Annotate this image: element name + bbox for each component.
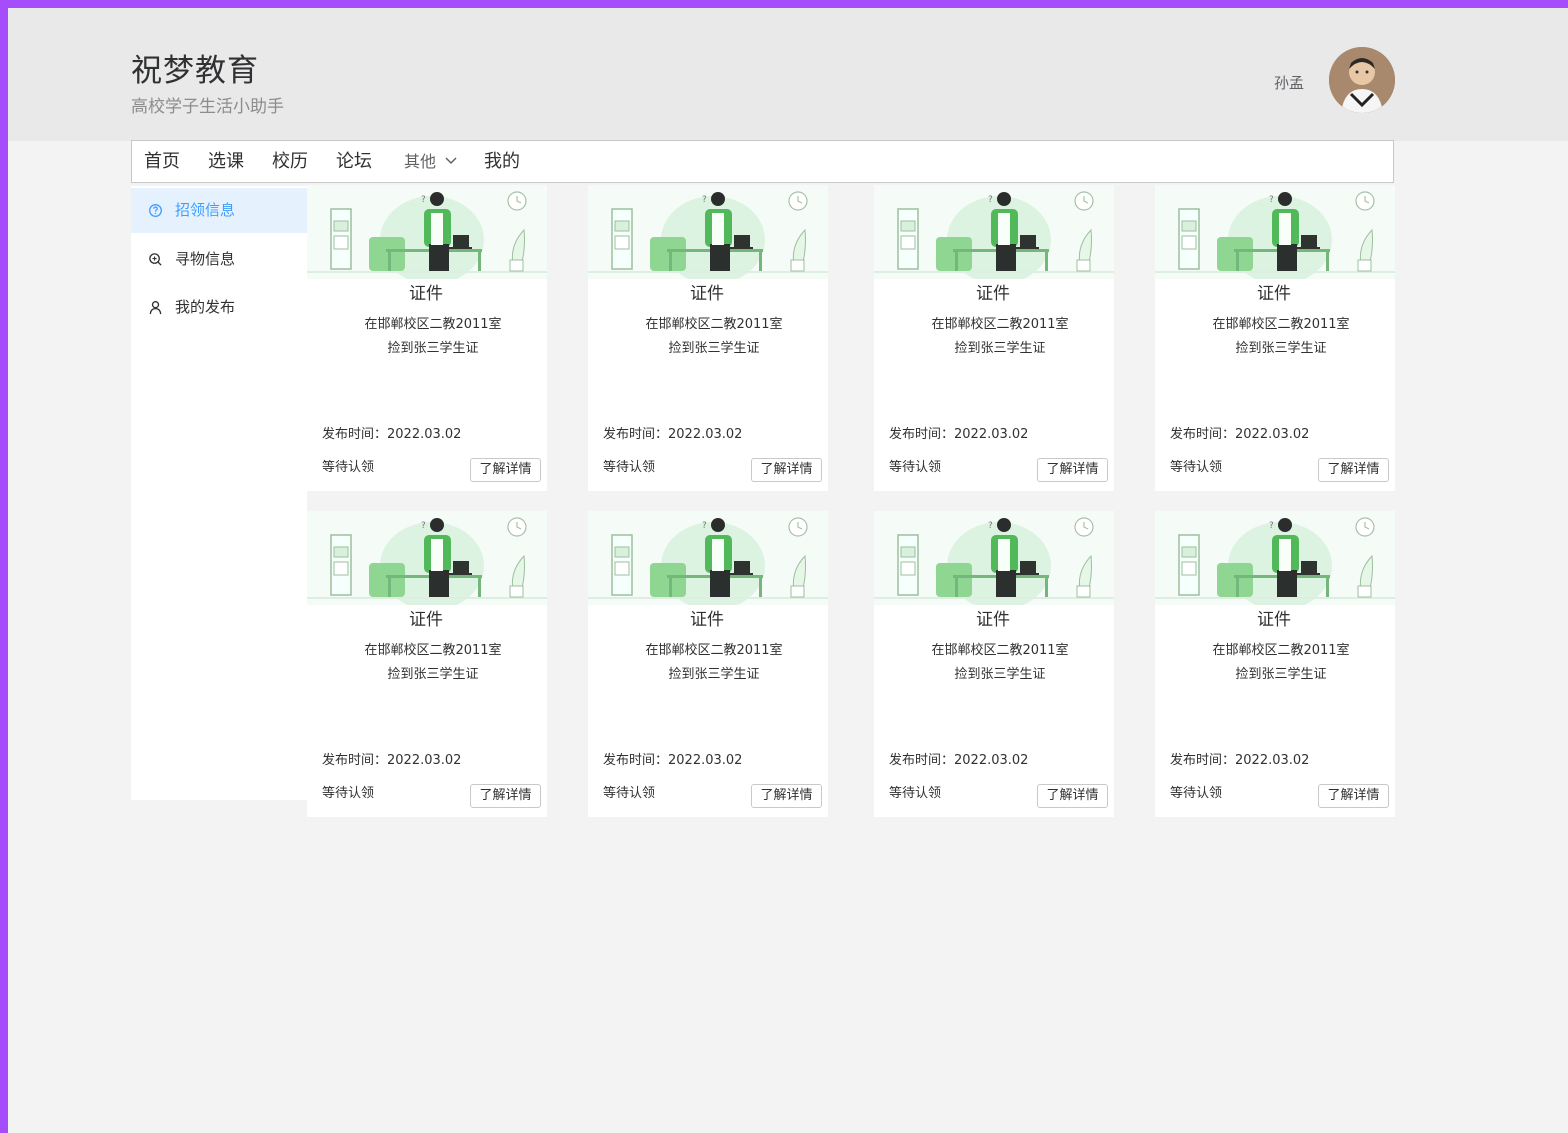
view-details-button[interactable]: 了解详情 [1318, 458, 1389, 482]
card-status: 等待认领 [322, 460, 375, 475]
header: 祝梦教育 高校学子生活小助手 孙孟 [8, 8, 1568, 141]
card-title: 证件 [409, 284, 443, 304]
card-publish-time: 发布时间：2022.03.02 [889, 753, 1029, 768]
card-status: 等待认领 [322, 786, 375, 801]
card-publish-time: 发布时间：2022.03.02 [603, 753, 743, 768]
card-illustration: ? [874, 185, 1114, 284]
view-details-button[interactable]: 了解详情 [470, 784, 541, 808]
user-avatar[interactable] [1329, 47, 1395, 113]
view-details-button[interactable]: 了解详情 [1318, 784, 1389, 808]
lost-found-card[interactable]: ? 证件 在邯郸校区二教2011室 捡到张三学生证 发布时间：2022.03.0… [307, 185, 547, 491]
card-description: 捡到张三学生证 [1235, 667, 1327, 682]
card-description: 捡到张三学生证 [387, 667, 479, 682]
card-title: 证件 [1257, 610, 1291, 630]
card-description: 捡到张三学生证 [668, 667, 760, 682]
nav-item-calendar[interactable]: 校历 [272, 150, 308, 174]
svg-text:?: ? [1269, 521, 1274, 531]
nav-item-course-selection[interactable]: 选课 [208, 150, 244, 174]
view-details-button[interactable]: 了解详情 [751, 458, 822, 482]
sidebar-item-label: 我的发布 [175, 298, 236, 316]
svg-text:?: ? [702, 195, 707, 205]
avatar-image [1329, 47, 1395, 113]
card-location: 在邯郸校区二教2011室 [364, 317, 502, 332]
brand-subtitle: 高校学子生活小助手 [131, 97, 284, 117]
nav-item-forum[interactable]: 论坛 [336, 150, 372, 174]
view-details-button[interactable]: 了解详情 [1037, 784, 1108, 808]
card-title: 证件 [1257, 284, 1291, 304]
card-location: 在邯郸校区二教2011室 [1212, 643, 1350, 658]
sidebar: 招领信息 寻物信息 我的发布 [131, 186, 307, 800]
card-status: 等待认领 [889, 460, 942, 475]
sidebar-item-lost-info[interactable]: 寻物信息 [131, 237, 307, 282]
card-status: 等待认领 [1170, 786, 1223, 801]
card-location: 在邯郸校区二教2011室 [931, 317, 1069, 332]
nav-item-other-dropdown[interactable]: 其他 [404, 150, 460, 174]
card-illustration: ? [307, 511, 547, 610]
nav-item-mine[interactable]: 我的 [484, 150, 520, 174]
sidebar-item-my-posts[interactable]: 我的发布 [131, 285, 307, 330]
brand-title: 祝梦教育 [131, 53, 259, 89]
card-publish-time: 发布时间：2022.03.02 [322, 427, 462, 442]
chevron-down-icon [445, 157, 457, 165]
lost-found-card[interactable]: ? 证件 在邯郸校区二教2011室 捡到张三学生证 发布时间：2022.03.0… [588, 185, 828, 491]
user-icon [149, 301, 162, 315]
view-details-button[interactable]: 了解详情 [1037, 458, 1108, 482]
card-status: 等待认领 [603, 786, 656, 801]
lost-found-card[interactable]: ? 证件 在邯郸校区二教2011室 捡到张三学生证 发布时间：2022.03.0… [1155, 185, 1395, 491]
svg-text:?: ? [702, 521, 707, 531]
svg-text:?: ? [988, 195, 993, 205]
lost-found-card[interactable]: ? 证件 在邯郸校区二教2011室 捡到张三学生证 发布时间：2022.03.0… [307, 511, 547, 817]
top-nav: 首页 选课 校历 论坛 其他 我的 [131, 140, 1394, 183]
nav-item-home[interactable]: 首页 [144, 150, 180, 174]
sidebar-item-label: 招领信息 [175, 201, 236, 219]
card-illustration: ? [588, 511, 828, 610]
lost-found-card[interactable]: ? 证件 在邯郸校区二教2011室 捡到张三学生证 发布时间：2022.03.0… [874, 511, 1114, 817]
card-location: 在邯郸校区二教2011室 [645, 643, 783, 658]
card-status: 等待认领 [889, 786, 942, 801]
card-illustration: ? [588, 185, 828, 284]
card-location: 在邯郸校区二教2011室 [1212, 317, 1350, 332]
card-publish-time: 发布时间：2022.03.02 [889, 427, 1029, 442]
app-window: 祝梦教育 高校学子生活小助手 孙孟 首页 选课 校历 论坛 其他 我的 招领信息… [8, 8, 1568, 1133]
question-circle-icon [149, 204, 162, 217]
card-publish-time: 发布时间：2022.03.02 [1170, 753, 1310, 768]
lost-found-card[interactable]: ? 证件 在邯郸校区二教2011室 捡到张三学生证 发布时间：2022.03.0… [1155, 511, 1395, 817]
card-description: 捡到张三学生证 [387, 341, 479, 356]
card-status: 等待认领 [1170, 460, 1223, 475]
card-publish-time: 发布时间：2022.03.02 [322, 753, 462, 768]
card-publish-time: 发布时间：2022.03.02 [603, 427, 743, 442]
sidebar-item-found-info[interactable]: 招领信息 [131, 188, 307, 233]
card-description: 捡到张三学生证 [668, 341, 760, 356]
card-location: 在邯郸校区二教2011室 [645, 317, 783, 332]
card-title: 证件 [976, 284, 1010, 304]
view-details-button[interactable]: 了解详情 [751, 784, 822, 808]
card-illustration: ? [1155, 185, 1395, 284]
zoom-in-icon [149, 253, 162, 266]
card-illustration: ? [874, 511, 1114, 610]
username[interactable]: 孙孟 [1274, 73, 1304, 93]
svg-text:?: ? [1269, 195, 1274, 205]
card-description: 捡到张三学生证 [1235, 341, 1327, 356]
card-title: 证件 [976, 610, 1010, 630]
card-publish-time: 发布时间：2022.03.02 [1170, 427, 1310, 442]
card-description: 捡到张三学生证 [954, 667, 1046, 682]
card-title: 证件 [409, 610, 443, 630]
view-details-button[interactable]: 了解详情 [470, 458, 541, 482]
svg-text:?: ? [988, 521, 993, 531]
lost-found-card[interactable]: ? 证件 在邯郸校区二教2011室 捡到张三学生证 发布时间：2022.03.0… [588, 511, 828, 817]
lost-found-card[interactable]: ? 证件 在邯郸校区二教2011室 捡到张三学生证 发布时间：2022.03.0… [874, 185, 1114, 491]
svg-text:?: ? [421, 195, 426, 205]
card-title: 证件 [690, 284, 724, 304]
card-status: 等待认领 [603, 460, 656, 475]
svg-text:?: ? [421, 521, 426, 531]
card-description: 捡到张三学生证 [954, 341, 1046, 356]
card-title: 证件 [690, 610, 724, 630]
card-illustration: ? [307, 185, 547, 284]
sidebar-item-label: 寻物信息 [175, 250, 236, 268]
nav-item-other-label: 其他 [404, 152, 437, 171]
card-illustration: ? [1155, 511, 1395, 610]
card-location: 在邯郸校区二教2011室 [931, 643, 1069, 658]
card-location: 在邯郸校区二教2011室 [364, 643, 502, 658]
